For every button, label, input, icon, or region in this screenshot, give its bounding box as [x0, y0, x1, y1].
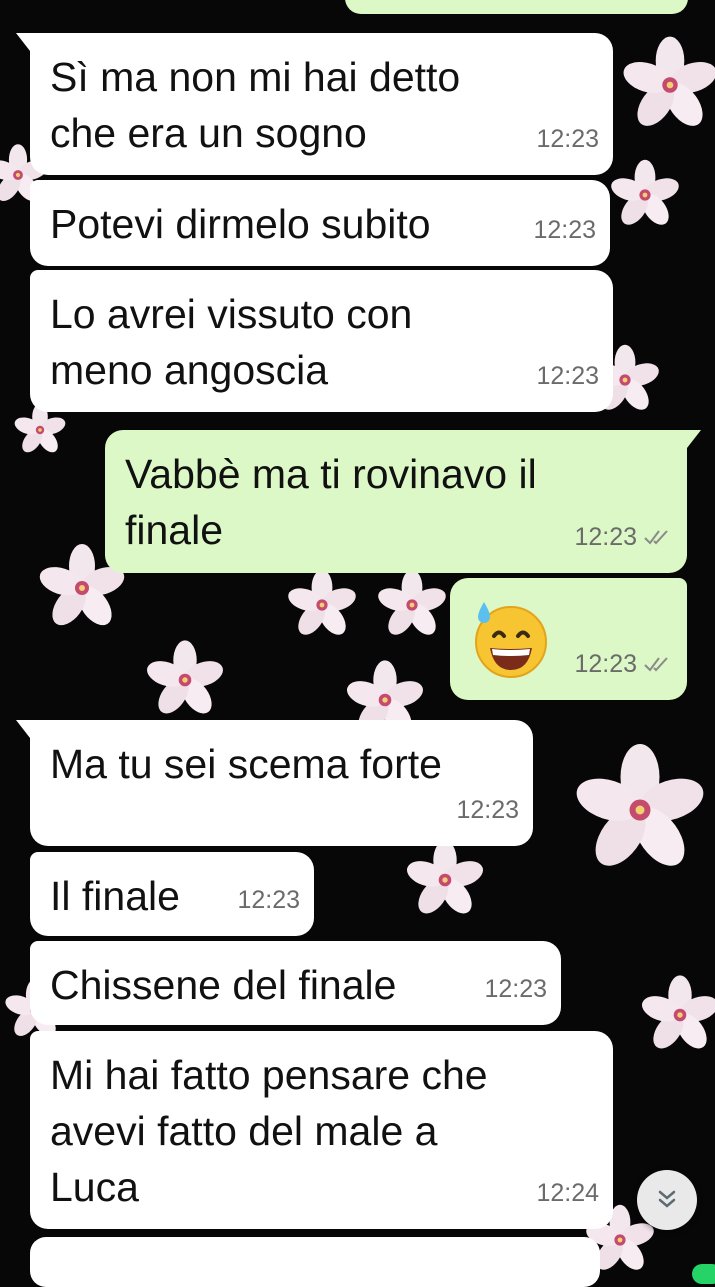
- outgoing-message[interactable]: Vabbè ma ti rovinavo il finale 12:23: [105, 430, 701, 573]
- incoming-message[interactable]: Il finale 12:23: [30, 852, 314, 936]
- message-time: 12:23: [536, 362, 599, 390]
- message-meta: 12:23: [536, 348, 599, 404]
- blossom: [638, 975, 715, 1054]
- incoming-message[interactable]: Lo avrei vissuto con meno angoscia 12:23: [30, 270, 613, 412]
- double-check-read-icon: [644, 657, 668, 672]
- blossom: [143, 640, 227, 719]
- message-time: 12:23: [237, 886, 300, 914]
- message-time: 12:23: [574, 650, 637, 678]
- message-meta: 12:24: [536, 1165, 599, 1221]
- blossom: [285, 569, 359, 640]
- message-text: Ma tu sei scema forte: [50, 741, 442, 787]
- message-time: 12:24: [536, 1179, 599, 1207]
- message-meta: 12:23: [574, 509, 673, 565]
- incoming-message[interactable]: Chissene del finale 12:23: [30, 941, 561, 1025]
- blossom: [375, 569, 449, 640]
- blossom: [571, 744, 709, 875]
- blossom: [619, 36, 715, 133]
- message-meta: 12:23: [533, 202, 596, 258]
- message-time: 12:23: [484, 975, 547, 1003]
- grinning-face-with-sweat-icon: [475, 602, 547, 678]
- message-text: Sì ma non mi hai detto che era un sogno: [50, 54, 461, 156]
- message-time: 12:23: [456, 796, 519, 824]
- partial-edge-element: [692, 1264, 715, 1284]
- outgoing-message[interactable]: 12:23: [450, 578, 687, 700]
- double-chevron-down-icon: [658, 1190, 676, 1208]
- partial-incoming-bubble[interactable]: [30, 1237, 600, 1287]
- message-text: Potevi dirmelo subito: [50, 201, 431, 247]
- message-meta: 12:23: [237, 872, 300, 928]
- message-text: Chissene del finale: [50, 962, 397, 1008]
- message-time: 12:23: [536, 125, 599, 153]
- incoming-message[interactable]: Mi hai fatto pensare che avevi fatto del…: [30, 1031, 613, 1229]
- scroll-to-bottom-button[interactable]: [637, 1170, 697, 1230]
- message-meta: 12:23: [456, 782, 519, 838]
- message-meta: 12:23: [484, 961, 547, 1017]
- message-text: Mi hai fatto pensare che avevi fatto del…: [50, 1052, 488, 1210]
- message-meta: 12:23: [536, 111, 599, 167]
- incoming-message[interactable]: Sì ma non mi hai detto che era un sogno …: [16, 33, 613, 175]
- incoming-message[interactable]: Ma tu sei scema forte 12:23: [16, 720, 533, 846]
- message-time: 12:23: [533, 216, 596, 244]
- message-meta: 12:23: [574, 636, 673, 692]
- blossom: [608, 159, 682, 230]
- blossom: [403, 840, 487, 919]
- message-time: 12:23: [574, 523, 637, 551]
- double-check-read-icon: [644, 530, 668, 545]
- message-text: Lo avrei vissuto con meno angoscia: [50, 291, 413, 393]
- partial-outgoing-bubble[interactable]: [345, 0, 688, 14]
- incoming-message[interactable]: Potevi dirmelo subito 12:23: [30, 180, 610, 266]
